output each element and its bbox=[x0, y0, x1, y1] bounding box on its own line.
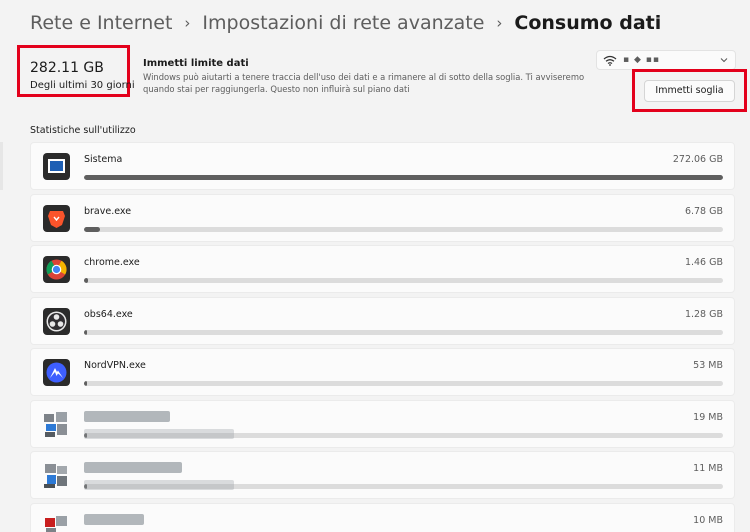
brave-icon bbox=[43, 204, 70, 232]
nordvpn-icon bbox=[43, 359, 70, 386]
redacted-icon bbox=[43, 462, 70, 489]
redacted-icon bbox=[43, 514, 70, 532]
redacted-name bbox=[84, 410, 170, 422]
usage-bar bbox=[84, 329, 723, 335]
redacted-icon bbox=[43, 411, 70, 438]
breadcrumb-chevron-icon: › bbox=[496, 14, 503, 32]
breadcrumb-advanced[interactable]: Impostazioni di rete avanzate bbox=[202, 12, 484, 34]
window-edge bbox=[0, 142, 3, 190]
list-item[interactable]: Sistema 272.06 GB bbox=[30, 142, 735, 190]
usage-bar-fill bbox=[84, 175, 723, 180]
redacted-overlay bbox=[84, 480, 234, 490]
usage-bar-fill bbox=[84, 278, 88, 283]
app-name: NordVPN.exe bbox=[84, 360, 146, 371]
app-usage-value: 10 MB bbox=[693, 514, 723, 526]
app-name: Sistema bbox=[84, 154, 123, 165]
network-select[interactable]: ▪ ◆ ▪▪ bbox=[596, 50, 736, 70]
wifi-icon bbox=[603, 55, 617, 66]
page-title: Consumo dati bbox=[514, 12, 662, 34]
breadcrumb-chevron-icon: › bbox=[184, 14, 191, 32]
redacted-name bbox=[84, 462, 182, 473]
list-item[interactable]: 19 MB bbox=[30, 399, 735, 448]
app-usage-value: 6.78 GB bbox=[684, 205, 723, 217]
app-usage-value: 272.06 GB bbox=[672, 154, 723, 165]
chrome-icon bbox=[43, 256, 70, 283]
app-usage-list: Sistema 272.06 GB brave.exe 6.78 GB chro… bbox=[30, 142, 735, 532]
usage-bar bbox=[84, 278, 723, 283]
list-item[interactable]: brave.exe 6.78 GB bbox=[30, 193, 735, 242]
total-usage-period: Degli ultimi 30 giorni bbox=[30, 80, 135, 91]
usage-stats-label: Statistiche sull'utilizzo bbox=[30, 125, 136, 136]
breadcrumb-network[interactable]: Rete e Internet bbox=[30, 12, 172, 34]
redacted-name bbox=[84, 513, 144, 525]
usage-bar-fill bbox=[84, 381, 87, 386]
app-name: chrome.exe bbox=[84, 257, 140, 268]
app-usage-value: 11 MB bbox=[693, 463, 723, 474]
sistema-icon bbox=[43, 153, 70, 180]
list-item[interactable]: obs64.exe 1.28 GB bbox=[30, 296, 735, 345]
total-usage-summary: 282.11 GB Degli ultimi 30 giorni bbox=[17, 45, 135, 97]
usage-bar bbox=[84, 226, 723, 232]
network-name: ▪ ◆ ▪▪ bbox=[623, 55, 660, 65]
data-limit-description: Windows può aiutarti a tenere traccia de… bbox=[143, 72, 585, 94]
usage-bar bbox=[84, 175, 723, 180]
data-limit-title: Immetti limite dati bbox=[143, 58, 249, 69]
usage-bar-fill bbox=[84, 329, 88, 335]
list-item[interactable]: chrome.exe 1.46 GB bbox=[30, 245, 735, 293]
total-usage-value: 282.11 GB bbox=[30, 60, 104, 76]
obs-icon bbox=[43, 307, 70, 335]
set-threshold-button[interactable]: Immetti soglia bbox=[644, 79, 735, 102]
list-item[interactable]: 11 MB bbox=[30, 451, 735, 499]
threshold-highlight: Immetti soglia bbox=[632, 69, 747, 112]
redacted-overlay bbox=[84, 428, 234, 439]
list-item[interactable]: NordVPN.exe 53 MB bbox=[30, 348, 735, 396]
app-name: brave.exe bbox=[84, 205, 132, 217]
usage-bar bbox=[84, 381, 723, 386]
usage-bar-fill bbox=[84, 226, 100, 232]
app-usage-value: 1.46 GB bbox=[684, 257, 723, 268]
app-usage-value: 1.28 GB bbox=[684, 308, 723, 320]
breadcrumb: Rete e Internet › Impostazioni di rete a… bbox=[30, 10, 661, 36]
app-usage-value: 19 MB bbox=[693, 411, 723, 423]
chevron-down-icon bbox=[720, 58, 728, 63]
app-name: obs64.exe bbox=[84, 308, 133, 320]
list-item[interactable]: 10 MB bbox=[30, 502, 735, 532]
app-usage-value: 53 MB bbox=[693, 360, 723, 371]
